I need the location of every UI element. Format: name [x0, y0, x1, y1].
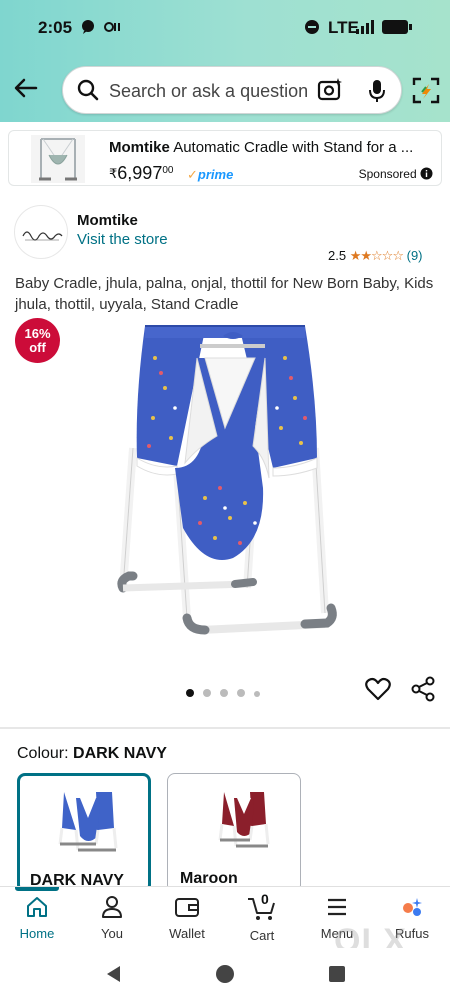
microphone-icon[interactable] [367, 78, 387, 109]
carousel-dot[interactable] [254, 691, 260, 697]
battery-icon [382, 19, 412, 40]
person-icon [102, 896, 122, 918]
back-triangle-icon[interactable] [104, 964, 122, 984]
app-notification-icon [104, 19, 122, 39]
nav-cart-label: Cart [249, 928, 275, 943]
ad-title-text: Automatic Cradle with Stand for a ... [173, 139, 414, 156]
ad-price-fraction: 00 [162, 165, 174, 176]
search-box[interactable]: Search or ask a question [62, 66, 402, 114]
section-divider [0, 727, 450, 729]
discount-off: off [29, 340, 46, 355]
brand-logo[interactable] [14, 205, 68, 259]
system-navigation-bar [0, 948, 450, 1000]
nav-cart[interactable]: 0 Cart [227, 891, 297, 943]
sponsored-ad[interactable]: Momtike Automatic Cradle with Stand for … [8, 130, 442, 186]
wallet-icon [175, 898, 199, 917]
rating-score: 2.5 [328, 248, 347, 263]
colour-label: Colour: [17, 745, 69, 762]
image-carousel-dots[interactable] [186, 684, 269, 702]
dark-navy-cradle-thumbnail [58, 792, 118, 852]
rating[interactable]: 2.5 ★★☆☆☆ (9) [328, 248, 423, 264]
search-icon [77, 79, 99, 106]
nav-wallet-label: Wallet [169, 926, 205, 941]
camera-lens-icon[interactable] [317, 77, 343, 108]
ad-price-whole: 6,997 [117, 163, 163, 183]
colour-heading: Colour: DARK NAVY [17, 745, 167, 763]
scan-icon[interactable] [412, 76, 440, 109]
back-arrow-icon[interactable] [12, 74, 42, 104]
share-icon[interactable] [410, 676, 436, 707]
status-time: 2:05 [38, 18, 73, 37]
search-row: Search or ask a question [0, 66, 450, 114]
colour-option-dark-navy[interactable]: DARK NAVY [17, 773, 151, 893]
carousel-dot[interactable] [203, 689, 211, 697]
ad-price: ₹6,99700 [109, 163, 173, 184]
home-icon [27, 897, 47, 917]
info-icon [420, 167, 433, 180]
active-tab-indicator [15, 887, 59, 891]
product-image[interactable] [105, 318, 345, 648]
do-not-disturb-icon [304, 19, 320, 40]
carousel-dot[interactable] [237, 689, 245, 697]
ad-title[interactable]: Momtike Automatic Cradle with Stand for … [109, 139, 435, 156]
ad-product-thumbnail [31, 135, 85, 183]
nav-wallet[interactable]: Wallet [152, 895, 222, 941]
sponsored-label[interactable]: Sponsored [359, 167, 433, 181]
brand-name: Momtike [77, 212, 138, 229]
colour-option-maroon[interactable]: Maroon [167, 773, 301, 893]
rufus-icon [403, 898, 422, 916]
nav-home[interactable]: Home [2, 895, 72, 941]
top-bar: 2:05 LTE Search or ask a question [0, 0, 450, 122]
discount-badge: 16% off [15, 318, 60, 363]
prime-label: prime [197, 167, 234, 182]
status-bar: 2:05 LTE [0, 14, 450, 42]
rating-count: (9) [406, 248, 423, 263]
visit-store-link[interactable]: Visit the store [77, 231, 168, 248]
home-circle-icon[interactable] [215, 964, 235, 984]
prime-badge: ✓prime [187, 167, 233, 183]
network-type: LTE [328, 18, 359, 37]
nav-you-label: You [101, 926, 123, 941]
maroon-cradle-thumbnail [218, 792, 270, 848]
rating-stars: ★★☆☆☆ [349, 248, 404, 263]
colour-selected-value: DARK NAVY [73, 745, 167, 762]
nav-you[interactable]: You [77, 895, 147, 941]
heart-icon[interactable] [365, 676, 391, 707]
prime-check-icon: ✓ [187, 167, 198, 182]
search-placeholder: Search or ask a question [109, 81, 309, 101]
nav-home-label: Home [19, 926, 55, 941]
product-title: Baby Cradle, jhula, palna, onjal, thotti… [15, 275, 434, 313]
carousel-dot[interactable] [220, 689, 228, 697]
discount-percent: 16% [24, 326, 51, 341]
ad-brand: Momtike [109, 139, 170, 156]
chat-notification-icon [80, 19, 96, 40]
cart-count: 0 [261, 891, 269, 907]
carousel-dot[interactable] [186, 689, 194, 697]
menu-icon [328, 898, 346, 916]
ad-price-currency: ₹ [109, 166, 118, 181]
recents-square-icon[interactable] [328, 965, 346, 983]
sponsored-text: Sponsored [358, 167, 417, 181]
signal-icon [356, 19, 378, 40]
